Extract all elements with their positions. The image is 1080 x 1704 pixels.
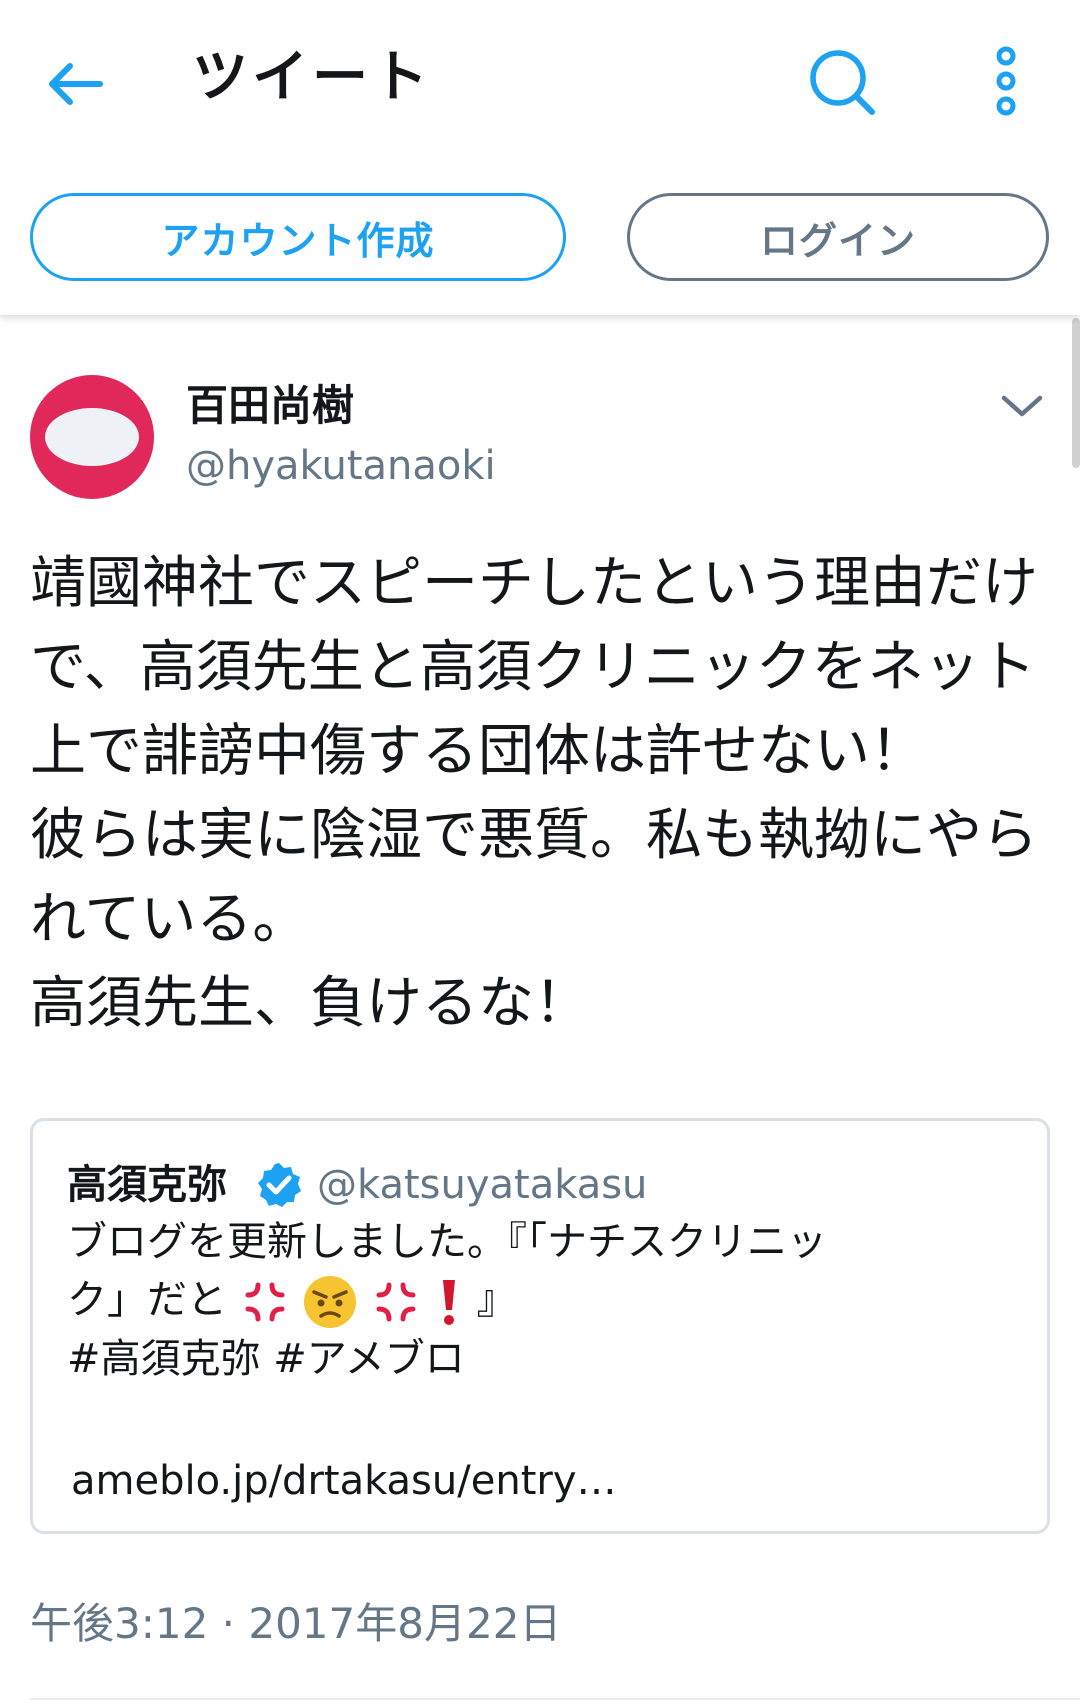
search-icon bbox=[810, 50, 875, 115]
tweet-page: ツイート アカウント作成 ログイン 百田尚樹 @hyakutanaoki 靖國神… bbox=[0, 0, 1080, 1704]
divider bbox=[30, 1698, 1080, 1700]
quoted-text-line: ブログを更新しました。『「ナチスクリニッ bbox=[67, 1219, 827, 1265]
create-account-button[interactable]: アカウント作成 bbox=[30, 193, 566, 281]
scrollbar[interactable] bbox=[1072, 318, 1080, 468]
quoted-text-segment: 』 bbox=[476, 1277, 517, 1323]
search-button[interactable] bbox=[800, 40, 884, 124]
tweet-text-line: 靖國神社でスピーチしたという理由だけ bbox=[30, 551, 1038, 616]
verified-badge-icon bbox=[258, 1163, 301, 1207]
avatar-image bbox=[45, 408, 139, 466]
top-bar: ツイート アカウント作成 ログイン bbox=[0, 0, 1080, 315]
tweet-text-line: れている。 bbox=[30, 887, 309, 952]
more-options-button[interactable] bbox=[976, 40, 1036, 124]
page-title: ツイート bbox=[192, 45, 432, 110]
exclamation-icon bbox=[442, 1280, 455, 1325]
tweet-timestamp: 午後3:12 · 2017年8月22日 bbox=[30, 1599, 562, 1648]
chevron-down-icon bbox=[1001, 395, 1043, 417]
quoted-tweet-card[interactable]: 高須克弥 @katsuyatakasu ブログを更新しました。『「ナチスクリニッ… bbox=[30, 1118, 1050, 1534]
author-handle[interactable]: @hyakutanaoki bbox=[186, 436, 496, 496]
more-vertical-icon bbox=[996, 46, 1016, 116]
anger-symbol-icon bbox=[376, 1282, 416, 1322]
tweet-text-line: 上で誹謗中傷する団体は許せない！ bbox=[30, 719, 926, 784]
tweet-text-line: 高須先生、負けるな！ bbox=[30, 971, 590, 1036]
angry-face-icon bbox=[304, 1276, 357, 1328]
quoted-author-name: 高須克弥 bbox=[67, 1162, 227, 1208]
quoted-hashtags: #高須克弥 #アメブロ bbox=[67, 1336, 465, 1382]
quoted-text-segment: ク」だと bbox=[67, 1277, 227, 1323]
tweet-text-line: 彼らは実に陰湿で悪質。私も執拗にやら bbox=[30, 803, 1038, 868]
quoted-tweet-text: ブログを更新しました。『「ナチスクリニッ ク」だと 』 #高須克弥 #アメブロ bbox=[67, 1213, 1027, 1388]
quoted-author-handle: @katsuyatakasu bbox=[317, 1162, 648, 1208]
back-button[interactable] bbox=[38, 48, 110, 120]
tweet-menu-button[interactable] bbox=[992, 382, 1052, 430]
login-button[interactable]: ログイン bbox=[627, 193, 1049, 281]
anger-symbol-icon bbox=[245, 1282, 285, 1322]
tweet-text-line: で、高須先生と高須クリニックをネット bbox=[30, 635, 1036, 700]
author-name[interactable]: 百田尚樹 bbox=[186, 376, 354, 436]
tweet-text: 靖國神社でスピーチしたという理由だけ で、高須先生と高須クリニックをネット 上で… bbox=[30, 542, 1054, 1046]
quoted-link[interactable]: ameblo.jp/drtakasu/entry… bbox=[71, 1451, 617, 1511]
quoted-text-line: ク」だと 』 bbox=[67, 1271, 1027, 1330]
avatar[interactable] bbox=[30, 375, 154, 499]
arrow-left-icon bbox=[49, 63, 103, 105]
